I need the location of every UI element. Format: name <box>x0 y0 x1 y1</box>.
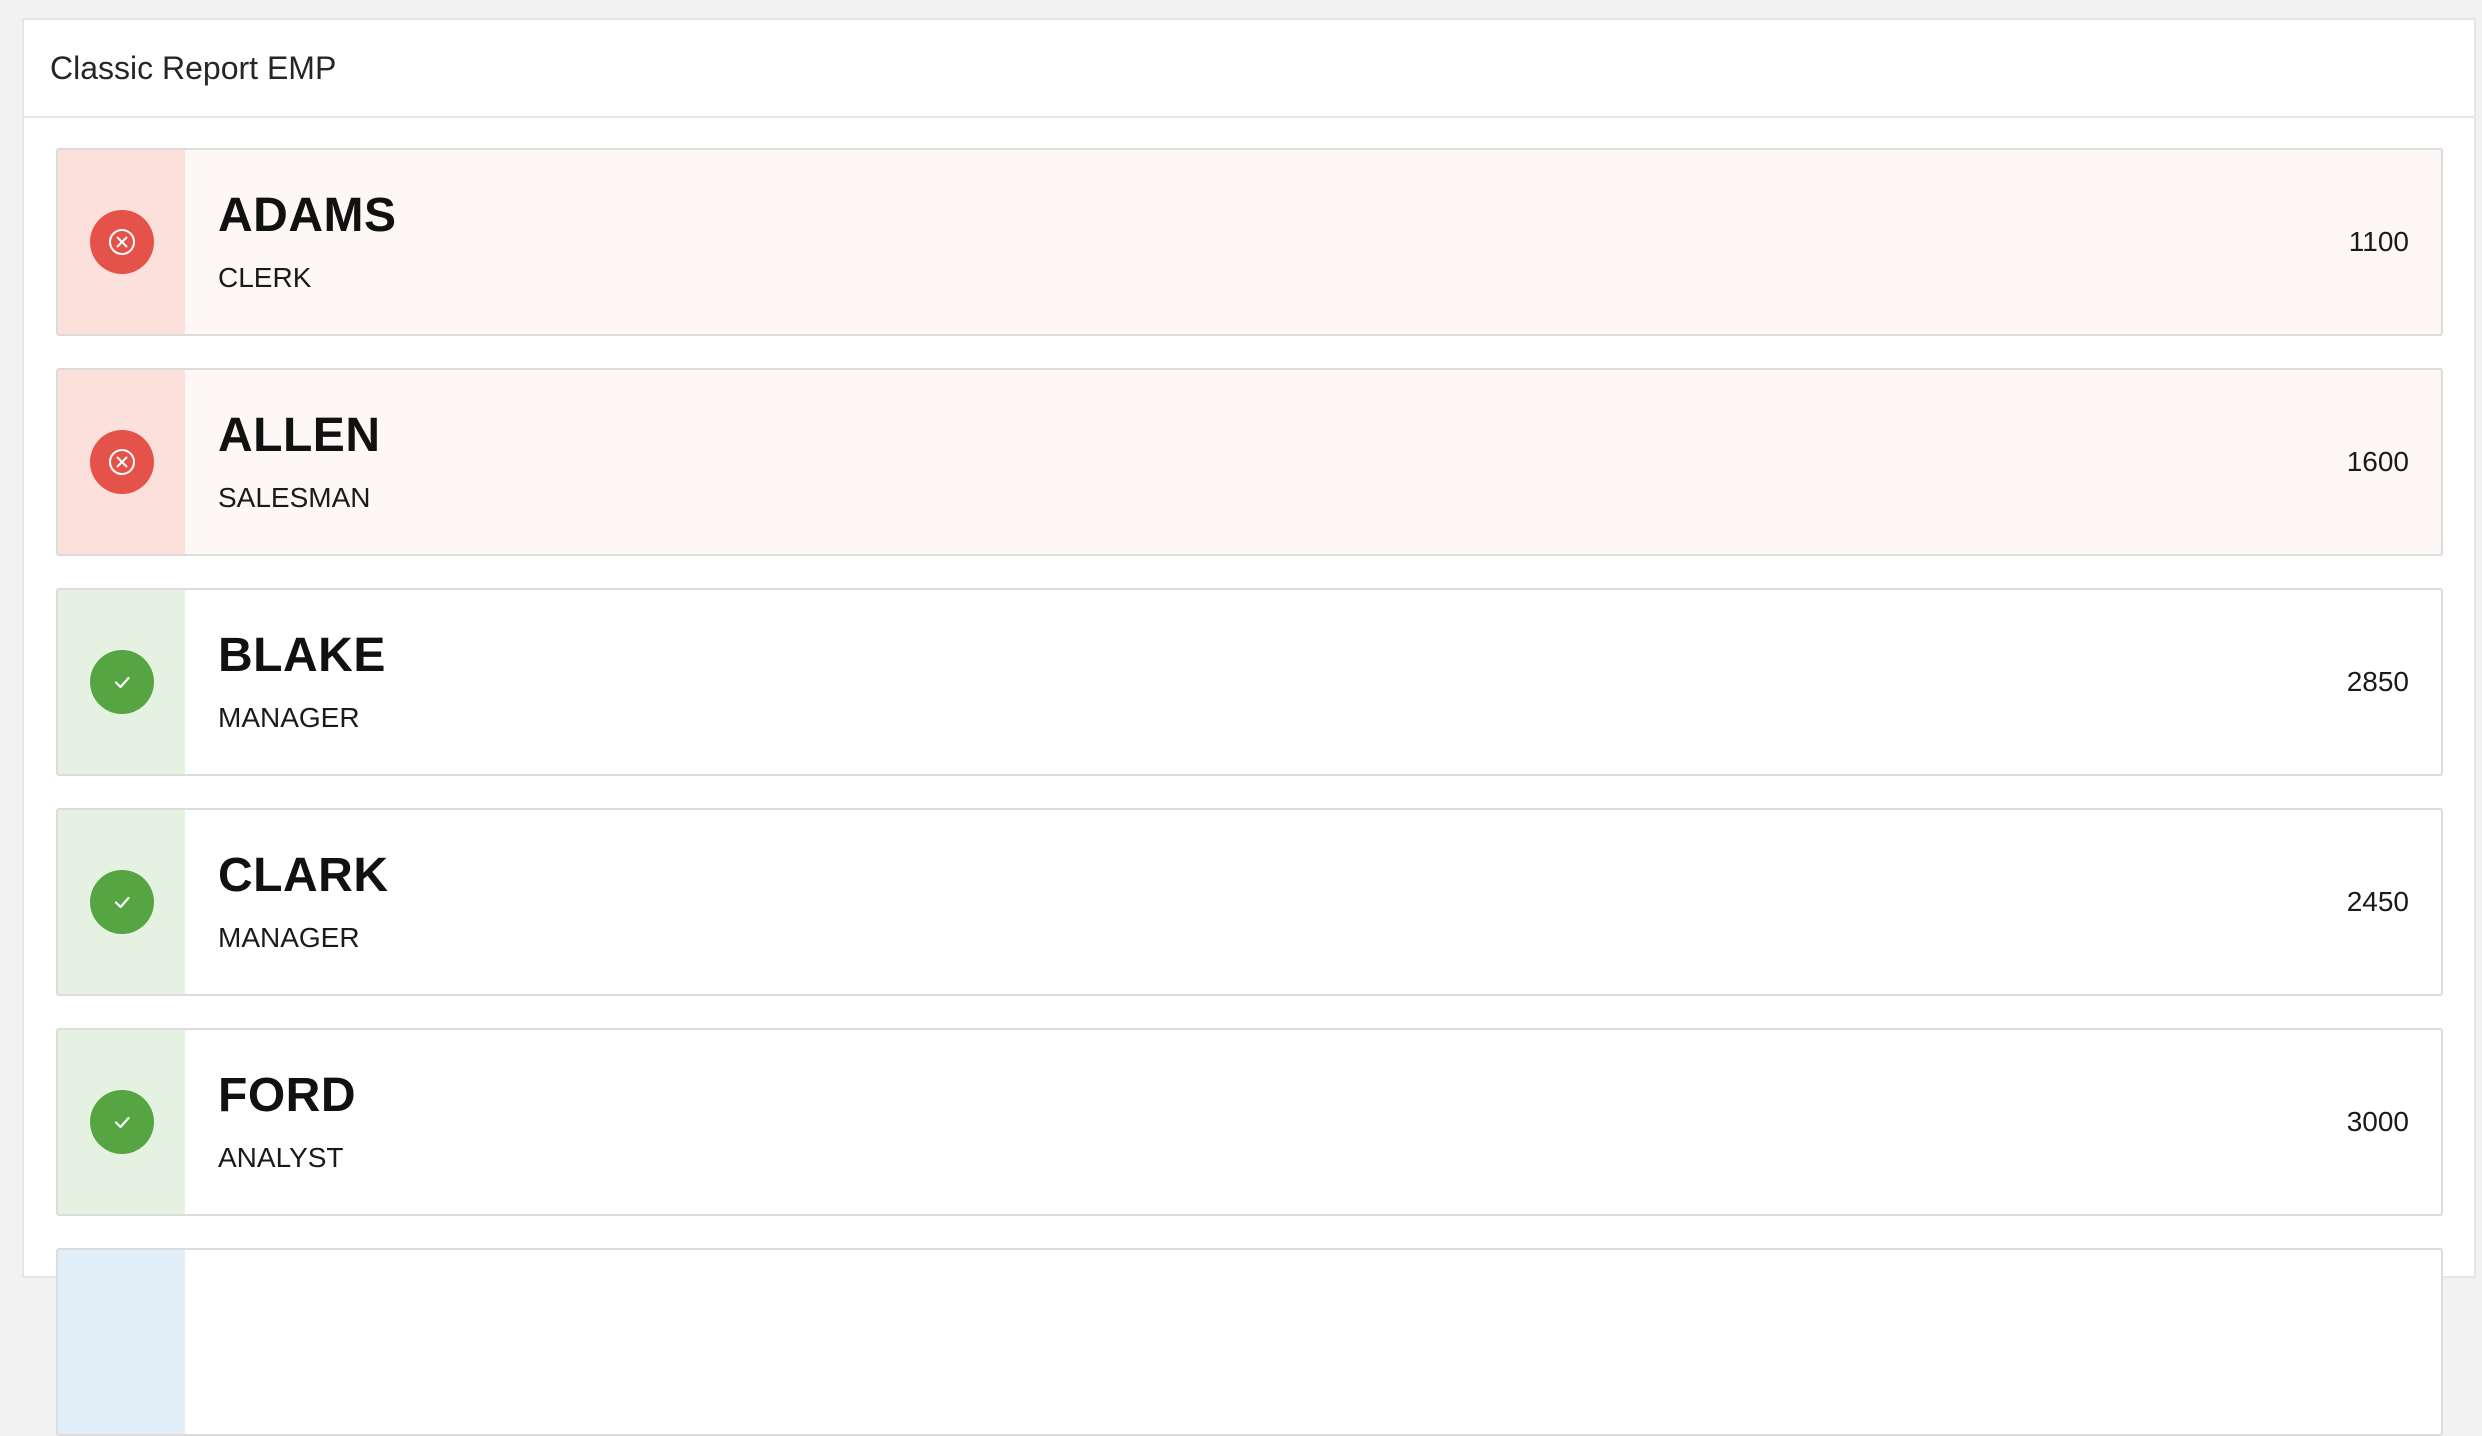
status-badge <box>89 430 154 494</box>
status-side <box>58 1030 185 1214</box>
employee-job: MANAGER <box>218 922 360 953</box>
employee-job: MANAGER <box>218 702 360 733</box>
employee-salary: 2850 <box>2346 666 2409 697</box>
employee-job: SALESMAN <box>218 482 371 513</box>
employee-job: ANALYST <box>218 1142 344 1173</box>
employee-name: FORD <box>218 1069 356 1122</box>
status-side <box>58 590 185 774</box>
employee-salary: 2450 <box>2346 886 2409 917</box>
report-list: ADAMS CLERK 1100 ALLEN SALESMAN 1600 BLA… <box>24 118 2474 1436</box>
status-side <box>58 150 185 334</box>
status-side <box>58 810 185 994</box>
status-side <box>58 370 185 554</box>
employee-name: ALLEN <box>218 409 381 462</box>
row-content: ALLEN SALESMAN <box>185 370 2347 554</box>
row-content: CLARK MANAGER <box>185 810 2347 994</box>
close-circle-icon <box>108 449 135 475</box>
employee-salary <box>2409 1250 2441 1434</box>
close-circle-icon <box>108 229 135 255</box>
status-badge <box>89 1090 154 1154</box>
status-badge <box>89 210 154 274</box>
employee-job: CLERK <box>218 262 312 293</box>
row-content: ADAMS CLERK <box>185 150 2349 334</box>
report-row: BLAKE MANAGER 2850 <box>56 588 2443 776</box>
status-badge <box>89 650 154 714</box>
report-row: ALLEN SALESMAN 1600 <box>56 368 2443 556</box>
report-row: ADAMS CLERK 1100 <box>56 148 2443 336</box>
report-row: FORD ANALYST 3000 <box>56 1028 2443 1216</box>
employee-salary: 1600 <box>2346 446 2409 477</box>
employee-salary: 1100 <box>2348 226 2409 257</box>
report-row <box>56 1248 2443 1436</box>
employee-name: ADAMS <box>218 189 397 242</box>
region-header: Classic Report EMP <box>24 20 2474 118</box>
row-content <box>185 1250 2409 1434</box>
report-region: Classic Report EMP ADAMS CLERK 1100 ALLE… <box>22 18 2476 1436</box>
row-content: BLAKE MANAGER <box>185 590 2347 774</box>
check-icon <box>114 1116 130 1129</box>
report-row: CLARK MANAGER 2450 <box>56 808 2443 996</box>
row-content: FORD ANALYST <box>185 1030 2347 1214</box>
employee-name: BLAKE <box>218 629 386 682</box>
region-title: Classic Report EMP <box>50 49 337 86</box>
employee-salary: 3000 <box>2346 1106 2409 1137</box>
check-icon <box>114 896 130 909</box>
status-badge <box>89 870 154 934</box>
status-side <box>58 1250 185 1434</box>
employee-name: CLARK <box>218 849 389 902</box>
check-icon <box>114 676 130 689</box>
